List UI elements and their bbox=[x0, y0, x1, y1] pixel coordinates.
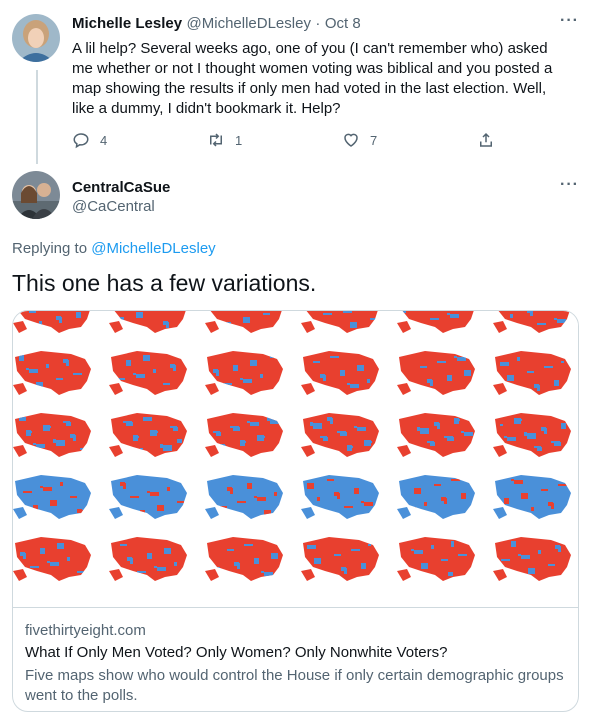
map-thumbnail bbox=[397, 351, 475, 395]
map-thumbnail bbox=[109, 475, 187, 519]
retweet-button[interactable]: 1 bbox=[207, 131, 342, 149]
map-thumbnail bbox=[493, 311, 570, 333]
card-domain: fivethirtyeight.com bbox=[25, 622, 146, 639]
map-thumbnail bbox=[109, 351, 187, 395]
tweet2-text: This one has a few variations. bbox=[12, 270, 317, 296]
reply-button[interactable]: 4 bbox=[72, 131, 207, 149]
header-separator: · bbox=[315, 15, 321, 32]
map-thumbnail bbox=[493, 537, 571, 581]
share-icon bbox=[480, 132, 492, 147]
map-thumbnail bbox=[13, 413, 91, 457]
map-thumbnail bbox=[205, 351, 283, 395]
map-thumbnail bbox=[397, 413, 475, 457]
card-title: What If Only Men Voted? Only Women? Only… bbox=[25, 644, 448, 661]
tweet1-header: Michelle Lesley @MichelleDLesley · Oct 8 bbox=[72, 15, 361, 33]
like-count: 7 bbox=[370, 132, 378, 148]
map-thumbnail bbox=[397, 475, 475, 519]
thread-line bbox=[36, 70, 38, 164]
reply-count: 4 bbox=[100, 132, 108, 148]
map-thumbnail bbox=[13, 351, 91, 395]
map-thumbnail bbox=[13, 537, 91, 581]
like-button[interactable]: 7 bbox=[342, 131, 477, 149]
map-thumbnail bbox=[397, 537, 475, 581]
tweet2-author: CentralCaSue @CaCentral bbox=[72, 179, 170, 215]
reply-icon bbox=[73, 133, 89, 149]
map-thumbnail bbox=[493, 475, 571, 519]
map-thumbnail bbox=[493, 351, 571, 395]
author-handle[interactable]: @MichelleDLesley bbox=[187, 15, 311, 32]
retweet-icon bbox=[210, 133, 222, 147]
map-thumbnail bbox=[205, 537, 283, 581]
map-thumbnail bbox=[13, 475, 91, 519]
map-thumbnail bbox=[301, 311, 378, 333]
avatar-centralcasue[interactable] bbox=[12, 171, 60, 219]
map-thumbnail bbox=[205, 413, 283, 457]
replying-to-handle[interactable]: @MichelleDLesley bbox=[91, 240, 215, 257]
more-icon[interactable]: ··· bbox=[560, 12, 579, 30]
map-grid bbox=[13, 311, 571, 581]
author-name[interactable]: CentralCaSue bbox=[72, 179, 170, 196]
tweet1-text: A lil help? Several weeks ago, one of yo… bbox=[72, 40, 553, 117]
link-card[interactable]: fivethirtyeight.com What If Only Men Vot… bbox=[12, 310, 579, 712]
map-thumbnail bbox=[301, 351, 379, 395]
map-thumbnail bbox=[493, 413, 571, 457]
map-thumbnail bbox=[109, 413, 187, 457]
map-thumbnail bbox=[13, 311, 90, 333]
author-handle[interactable]: @CaCentral bbox=[72, 198, 170, 215]
map-thumbnail bbox=[109, 311, 186, 333]
map-thumbnail bbox=[301, 413, 379, 457]
replying-to-label: Replying to bbox=[12, 240, 88, 257]
tweet-date[interactable]: Oct 8 bbox=[325, 15, 361, 32]
map-thumbnail bbox=[397, 311, 474, 333]
tweet1-actions: 4 1 7 bbox=[72, 131, 512, 149]
avatar-michelle[interactable] bbox=[12, 14, 60, 62]
map-thumbnail bbox=[109, 537, 187, 581]
replying-to: Replying to @MichelleDLesley bbox=[12, 240, 216, 257]
share-button[interactable] bbox=[477, 131, 505, 149]
card-info[interactable]: fivethirtyeight.com What If Only Men Vot… bbox=[13, 607, 578, 711]
like-icon bbox=[344, 133, 358, 147]
map-thumbnail bbox=[301, 537, 379, 581]
map-thumbnail bbox=[301, 475, 379, 519]
more-icon[interactable]: ··· bbox=[560, 176, 579, 194]
author-name[interactable]: Michelle Lesley bbox=[72, 15, 182, 32]
map-thumbnail bbox=[205, 475, 283, 519]
map-thumbnail bbox=[205, 311, 282, 333]
retweet-count: 1 bbox=[235, 132, 243, 148]
card-description: Five maps show who would control the Hou… bbox=[25, 667, 564, 704]
card-image[interactable] bbox=[13, 311, 578, 607]
